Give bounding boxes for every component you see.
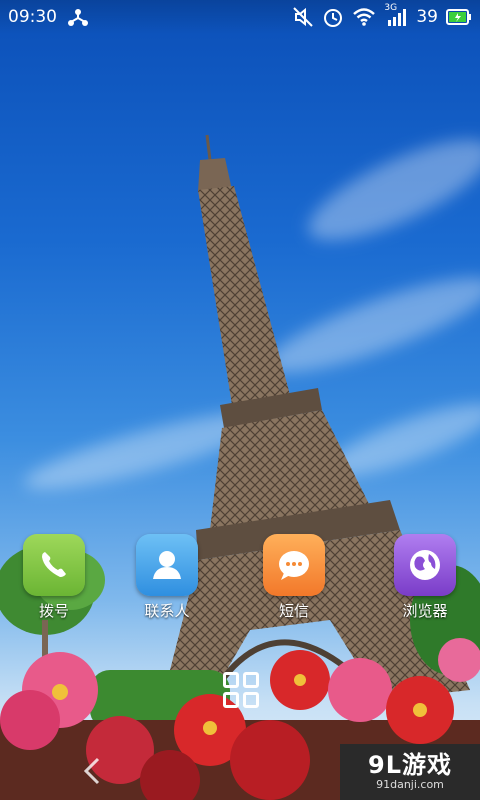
network-type-label: 3G — [384, 3, 398, 13]
contact-icon[interactable] — [136, 534, 198, 596]
app-dock: 拨号 联系人 短信 浏览器 — [0, 534, 480, 624]
mute-icon — [292, 6, 314, 28]
app-drawer-button[interactable] — [221, 670, 261, 710]
app-label: 拨号 — [38, 602, 69, 620]
back-arrow-icon[interactable] — [80, 756, 104, 786]
signal-icon: 3G — [384, 3, 408, 27]
app-contacts[interactable]: 联系人 — [117, 534, 217, 621]
app-browser[interactable]: 浏览器 — [375, 534, 475, 621]
alarm-icon — [322, 6, 344, 28]
app-label: 联系人 — [144, 602, 190, 620]
home-screen: 09:30 3G 39 拨号 联系人 短信 浏览器 9L游戏 91danji.c… — [0, 0, 480, 800]
status-bar: 09:30 3G 39 — [0, 0, 480, 34]
app-label: 浏览器 — [402, 602, 448, 620]
browser-globe-icon[interactable] — [394, 534, 456, 596]
app-messages[interactable]: 短信 — [244, 534, 344, 621]
app-dialer[interactable]: 拨号 — [4, 534, 104, 621]
clock-time: 09:30 — [8, 7, 57, 27]
watermark-url: 91danji.com — [376, 778, 444, 791]
watermark-title: 9L游戏 — [368, 751, 452, 779]
phone-icon[interactable] — [23, 534, 85, 596]
watermark-logo: 9L游戏 91danji.com — [340, 744, 480, 800]
battery-level: 39 — [416, 7, 438, 27]
app-label: 短信 — [278, 602, 309, 620]
message-icon[interactable] — [263, 534, 325, 596]
grid-icon — [223, 672, 239, 688]
wifi-icon — [352, 7, 376, 27]
usb-share-icon — [67, 7, 89, 27]
battery-icon — [446, 9, 472, 25]
